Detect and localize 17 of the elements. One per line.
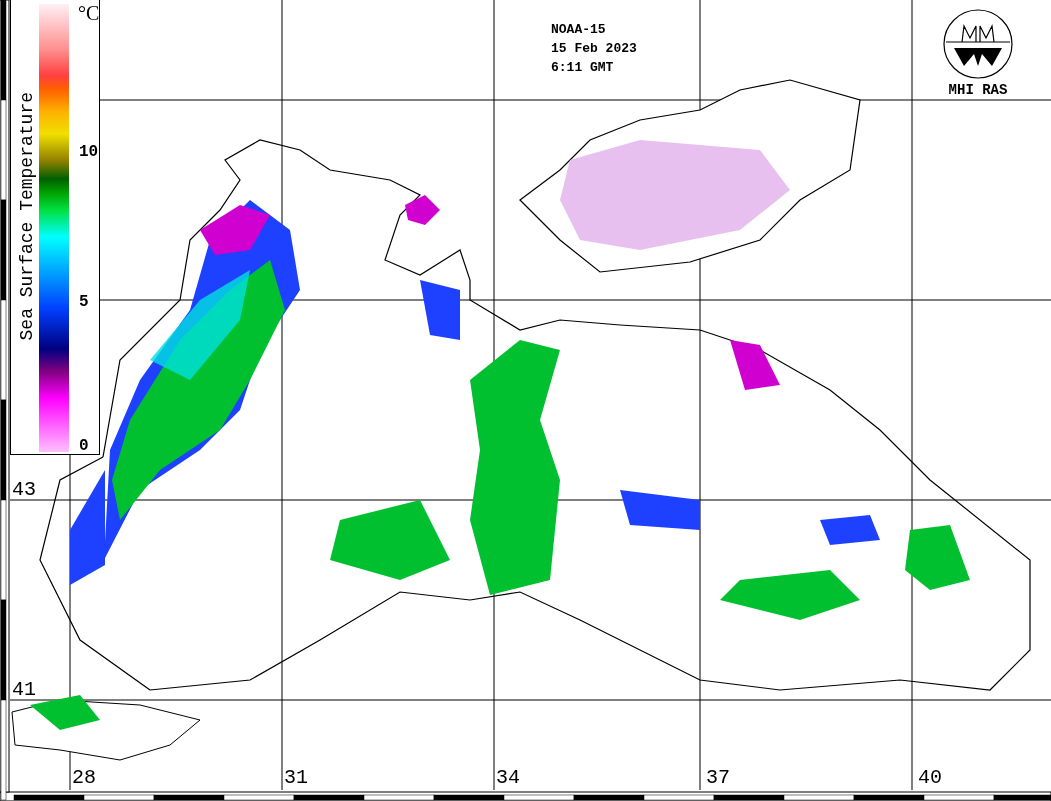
longitude-label: 37: [706, 766, 730, 790]
longitude-label: 31: [284, 766, 308, 790]
logo-caption: MHI RAS: [948, 82, 1008, 98]
scale-tick-label: 10: [79, 143, 99, 161]
institute-logo-icon: [942, 8, 1014, 80]
image-time: 6:11 GMT: [551, 60, 615, 75]
image-date: 15 Feb 2023: [551, 41, 637, 56]
latitude-label: 41: [12, 678, 36, 702]
legend-title: Sea Surface Temperature: [16, 92, 38, 341]
scale-tick-label: 0: [79, 437, 89, 455]
longitude-label: 40: [918, 766, 942, 790]
unit-label: °C: [78, 2, 100, 25]
longitude-label: 28: [72, 766, 96, 790]
longitude-label: 34: [496, 766, 520, 790]
scale-tick-label: 5: [79, 293, 89, 311]
latitude-label: 43: [12, 478, 36, 502]
satellite-name: NOAA-15: [551, 22, 607, 37]
